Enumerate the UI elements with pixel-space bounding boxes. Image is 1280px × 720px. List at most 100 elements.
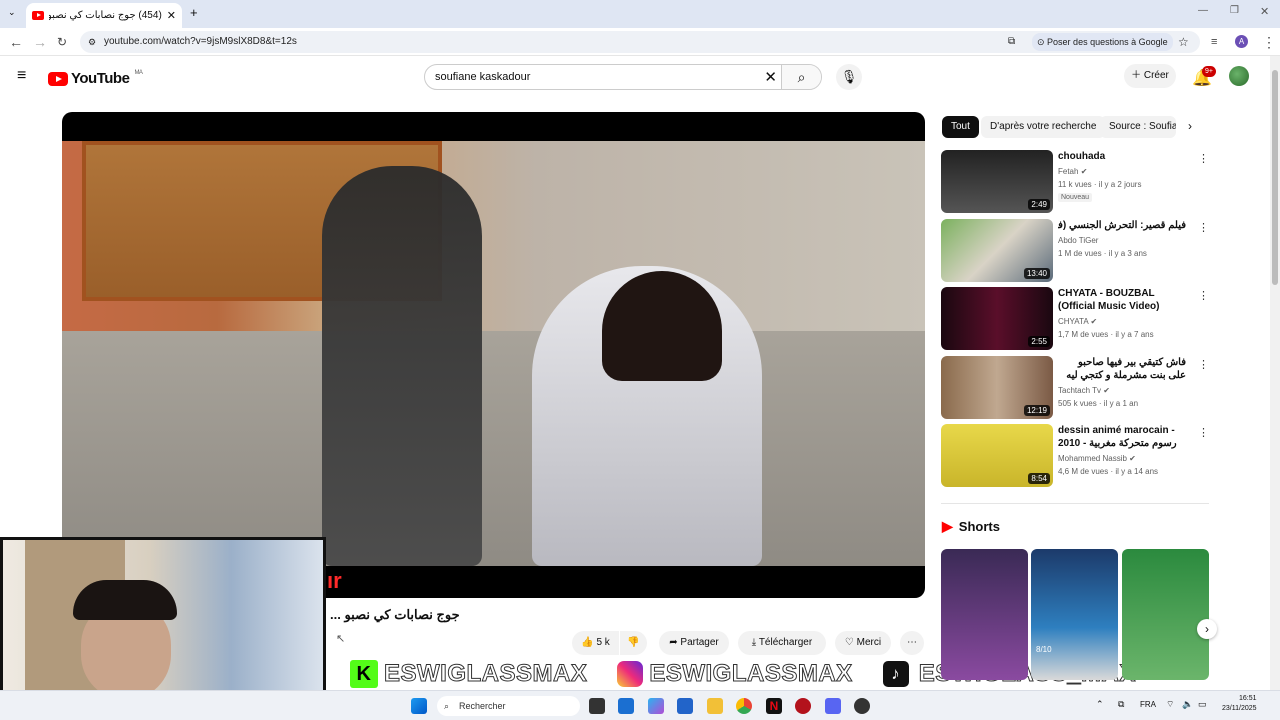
chip-all-label: Tout: [951, 121, 970, 132]
file-explorer-icon[interactable]: [707, 698, 723, 714]
chip-from-search[interactable]: D'après votre recherche: [981, 116, 1106, 138]
video-scene-hair: [602, 271, 722, 381]
battery-icon[interactable]: ▭: [1198, 699, 1207, 710]
webcam-hair: [73, 580, 177, 620]
short-thumbnail[interactable]: 8/10: [1031, 549, 1118, 680]
discord-icon[interactable]: [825, 698, 841, 714]
bookmark-star-icon[interactable]: ☆: [1178, 31, 1189, 53]
network-icon[interactable]: ⌔: [1166, 699, 1174, 710]
address-bar[interactable]: ⚙ youtube.com/watch?v=9jsM9slX8D8&t=12s …: [80, 31, 1200, 53]
rec-menu-icon[interactable]: ⋮: [1198, 426, 1209, 439]
more-actions-button[interactable]: ⋯: [900, 631, 924, 655]
more-icon: ⋯: [907, 637, 917, 648]
create-button[interactable]: ＋ Créer: [1124, 64, 1176, 88]
windows-taskbar: ⌕ Rechercher N ⌃ ⧉ FRA ⌔ 🔈 ▭ 16:51 23/11…: [0, 690, 1280, 720]
user-avatar[interactable]: [1229, 66, 1249, 86]
rec-duration: 2:49: [1028, 199, 1050, 210]
rec-item[interactable]: 8:54 dessin animé marocain - 2010 - رسوم…: [941, 424, 1211, 488]
short-thumbnail[interactable]: [941, 549, 1028, 680]
like-button[interactable]: 👍 5 k: [572, 631, 619, 655]
tab-list-icon[interactable]: ⌄: [8, 7, 16, 18]
lens-icon: ⊙: [1037, 37, 1048, 47]
plus-icon: ＋: [1131, 70, 1144, 81]
rec-channel: Mohammed Nassib ✔: [1058, 454, 1136, 463]
shorts-icon: ▶: [942, 518, 953, 534]
dislike-button[interactable]: 👎: [620, 631, 647, 655]
profile-avatar[interactable]: A: [1235, 35, 1248, 48]
tray-chevron-icon[interactable]: ⌃: [1096, 699, 1104, 710]
new-tab-icon[interactable]: +: [190, 5, 198, 20]
chip-source[interactable]: Source : Soufia: [1100, 116, 1176, 138]
rec-item[interactable]: 12:19 فاش كتيقي بير فيها صاحبو على بنت م…: [941, 356, 1211, 420]
store-icon[interactable]: [677, 698, 693, 714]
kick-icon: K: [350, 660, 378, 688]
short-thumbnail[interactable]: [1122, 549, 1209, 680]
video-player[interactable]: ır: [62, 112, 925, 598]
search-button[interactable]: ⌕: [781, 65, 821, 89]
close-tab-icon[interactable]: ✕: [167, 9, 176, 22]
instagram-handle: ESWIGLASSMAX: [649, 660, 853, 688]
back-icon[interactable]: ←: [9, 28, 23, 56]
input-language[interactable]: FRA: [1140, 700, 1156, 709]
thanks-icon: ♡: [844, 637, 857, 648]
taskbar-search[interactable]: ⌕ Rechercher: [437, 696, 580, 716]
rec-item[interactable]: 13:40 فيلم قصير: التحرش الجنسي (فيلم كوم…: [941, 219, 1211, 283]
chrome-icon[interactable]: [736, 698, 752, 714]
cast-icon[interactable]: ⧉: [1008, 31, 1015, 53]
rec-menu-icon[interactable]: ⋮: [1198, 152, 1209, 165]
search-input[interactable]: soufiane kaskadour: [435, 71, 530, 83]
rec-menu-icon[interactable]: ⋮: [1198, 289, 1209, 302]
download-button[interactable]: ⤓ Télécharger: [738, 631, 826, 655]
rec-meta: 1,7 M de vues · il y a 7 ans: [1058, 330, 1154, 339]
clock-date: 23/11/2025: [1222, 705, 1257, 712]
region-code: MA: [134, 70, 143, 76]
hamburger-menu-icon[interactable]: ≡: [17, 67, 26, 85]
share-button[interactable]: ➦ Partager: [659, 631, 729, 655]
forward-icon[interactable]: →: [33, 28, 47, 56]
chip-from-search-label: D'après votre recherche: [990, 121, 1097, 132]
rec-channel-name: Fetah: [1058, 167, 1079, 176]
ask-google-button[interactable]: ⊙ Poser des questions à Google: [1032, 33, 1173, 51]
reading-list-icon[interactable]: ≡: [1211, 28, 1217, 56]
rec-menu-icon[interactable]: ⋮: [1198, 358, 1209, 371]
chips-next-icon[interactable]: ›: [1188, 119, 1192, 133]
rec-menu-icon[interactable]: ⋮: [1198, 221, 1209, 234]
ask-google-label: Poser des questions à Google: [1047, 37, 1168, 47]
browser-menu-icon[interactable]: ⋮: [1262, 28, 1276, 56]
close-window-icon[interactable]: ✕: [1260, 5, 1269, 18]
tray-app-icon[interactable]: ⧉: [1118, 699, 1124, 710]
minimize-icon[interactable]: —: [1198, 5, 1208, 16]
obs-icon[interactable]: [854, 698, 870, 714]
app-red-icon[interactable]: [795, 698, 811, 714]
rec-item[interactable]: 2:49 chouhada Fetah ✔ 11 k vues · il y a…: [941, 150, 1211, 214]
instagram-icon: [617, 661, 644, 687]
shorts-next-icon[interactable]: ›: [1197, 619, 1217, 639]
scrollbar-thumb[interactable]: [1272, 70, 1278, 285]
volume-icon[interactable]: 🔈: [1182, 699, 1193, 710]
tab-title: (454) جوج نصابات كي نصبو: [49, 10, 162, 21]
system-clock[interactable]: 16:51 23/11/2025: [1222, 694, 1257, 714]
maximize-icon[interactable]: ❐: [1230, 5, 1239, 16]
browser-tab[interactable]: (454) جوج نصابات كي نصبو ✕: [26, 3, 182, 28]
copilot-icon[interactable]: [648, 698, 664, 714]
search-box[interactable]: soufiane kaskadour ✕ ⌕: [424, 64, 822, 90]
windows-start-icon[interactable]: [411, 698, 427, 714]
thanks-button[interactable]: ♡ Merci: [835, 631, 891, 655]
video-frame: [62, 141, 925, 566]
reload-icon[interactable]: ↻: [57, 28, 67, 56]
rec-meta: 505 k vues · il y a 1 an: [1058, 399, 1139, 408]
voice-search-icon[interactable]: 🎙: [836, 64, 862, 90]
youtube-logo[interactable]: YouTube MA: [48, 70, 143, 87]
shorts-header: ▶ Shorts: [942, 518, 1000, 535]
tiktok-icon: ♪: [882, 661, 909, 687]
chip-all[interactable]: Tout: [942, 116, 979, 138]
netflix-icon[interactable]: N: [766, 698, 782, 714]
download-icon: ⤓: [751, 637, 759, 648]
clear-search-icon[interactable]: ✕: [764, 68, 777, 86]
task-view-icon[interactable]: [589, 698, 605, 714]
site-info-icon[interactable]: ⚙: [88, 31, 96, 53]
rec-item[interactable]: 2:55 CHYATA - BOUZBAL (Official Music Vi…: [941, 287, 1211, 351]
outlook-icon[interactable]: [618, 698, 634, 714]
rec-duration: 8:54: [1028, 473, 1050, 484]
rec-title: dessin animé marocain - 2010 - رسوم متحر…: [1058, 425, 1177, 449]
